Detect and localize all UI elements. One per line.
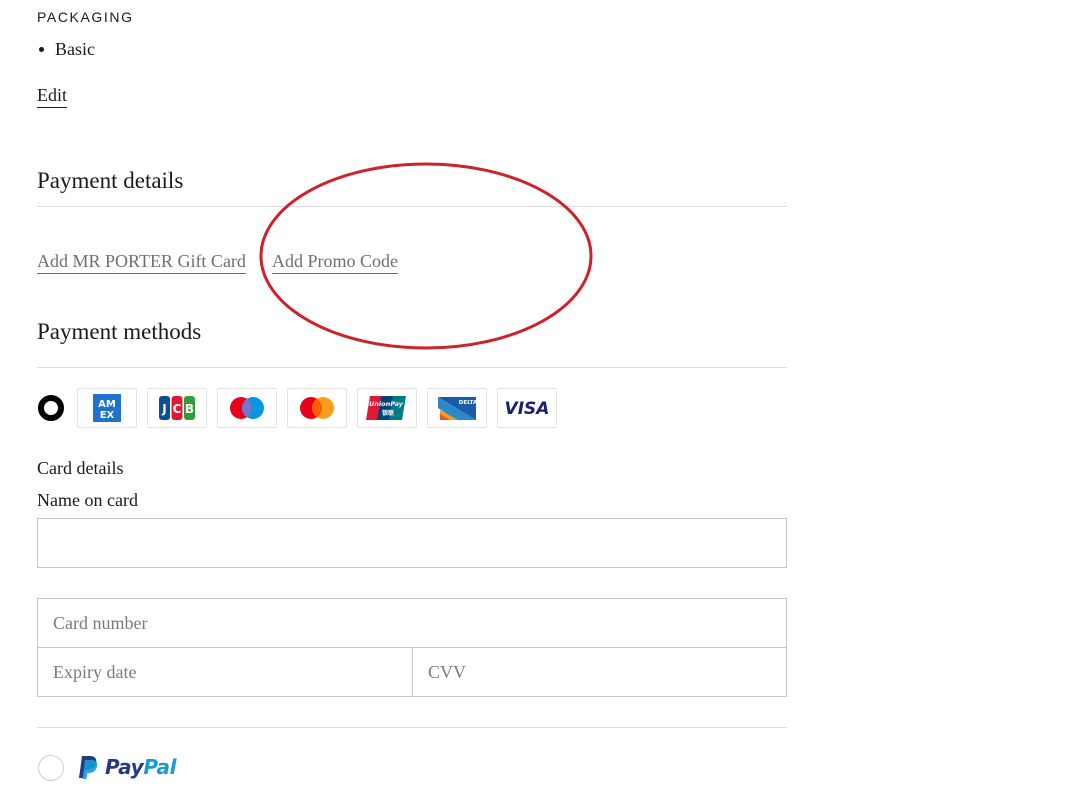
paypal-icon <box>79 756 98 779</box>
expiry-date-input[interactable] <box>38 648 412 696</box>
name-on-card-field[interactable] <box>37 518 787 568</box>
add-gift-card-link[interactable]: Add MR PORTER Gift Card <box>37 250 246 274</box>
paypal-wordmark-pal: Pal <box>143 755 177 779</box>
divider <box>37 206 787 207</box>
card-number-field[interactable] <box>37 598 787 648</box>
divider <box>37 367 787 368</box>
mastercard-logo <box>287 388 347 428</box>
bullet-icon <box>39 47 44 52</box>
edit-packaging-link[interactable]: Edit <box>37 84 67 108</box>
payment-methods-heading: Payment methods <box>37 319 202 344</box>
paypal-wordmark: PayPal <box>105 755 177 779</box>
packaging-heading: PACKAGING <box>37 9 134 25</box>
visa-logo: VISA <box>497 388 557 428</box>
svg-text:B: B <box>185 402 194 416</box>
maestro-logo <box>217 388 277 428</box>
card-payment-radio[interactable] <box>38 395 64 421</box>
unionpay-logo: UnionPay 银联 <box>357 388 417 428</box>
delta-logo: DELTA <box>427 388 487 428</box>
payment-details-heading: Payment details <box>37 168 184 193</box>
paypal-wordmark-pay: Pay <box>105 755 144 779</box>
amex-logo: AM EX <box>77 388 137 428</box>
cvv-field[interactable] <box>412 647 787 697</box>
svg-text:UnionPay: UnionPay <box>369 400 404 408</box>
svg-text:C: C <box>173 402 182 416</box>
svg-text:EX: EX <box>100 410 115 421</box>
jcb-logo: J C B <box>147 388 207 428</box>
name-on-card-input[interactable] <box>38 519 786 567</box>
expiry-date-field[interactable] <box>37 647 413 697</box>
svg-text:VISA: VISA <box>505 399 550 419</box>
paypal-radio[interactable] <box>38 755 64 781</box>
add-promo-code-link[interactable]: Add Promo Code <box>272 250 398 274</box>
svg-text:AM: AM <box>98 399 116 410</box>
divider <box>37 727 787 728</box>
paypal-option[interactable]: PayPal <box>77 754 177 780</box>
svg-text:银联: 银联 <box>382 409 394 417</box>
card-details-heading: Card details <box>37 458 124 478</box>
packaging-list-item: Basic <box>37 39 95 60</box>
svg-text:J: J <box>161 402 166 416</box>
packaging-item-label: Basic <box>55 39 95 59</box>
cvv-input[interactable] <box>413 648 786 696</box>
svg-text:DELTA: DELTA <box>459 400 478 406</box>
card-number-input[interactable] <box>38 599 786 647</box>
name-on-card-label: Name on card <box>37 490 138 510</box>
